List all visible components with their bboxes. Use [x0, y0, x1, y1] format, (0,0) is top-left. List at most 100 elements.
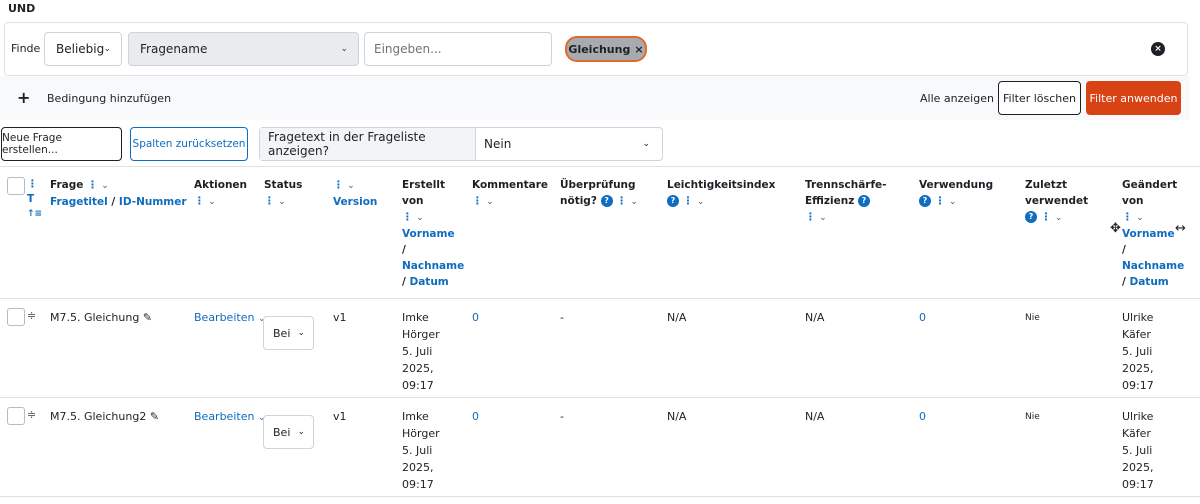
question-name-cell: M7.5. Gleichung ✎	[50, 309, 152, 326]
column-menu-icon[interactable]: ⋮	[27, 177, 42, 192]
last-used-header-label: Zuletzt	[1025, 179, 1067, 191]
filter-chip-label: Gleichung	[568, 42, 631, 56]
sort-ascending-icon[interactable]: ↑≡	[27, 207, 42, 222]
created-year: 2025,	[402, 362, 434, 375]
chevron-down-icon[interactable]: ⌄	[416, 213, 424, 223]
row-checkbox[interactable]	[7, 407, 25, 425]
row-divider	[0, 298, 1200, 299]
row-divider	[0, 397, 1200, 398]
clear-filters-button[interactable]: Filter löschen	[998, 81, 1081, 115]
help-icon[interactable]: ?	[857, 195, 870, 207]
question-name: M7.5. Gleichung2	[50, 410, 147, 423]
show-question-text-select[interactable]: Fragetext in der Frageliste anzeigen? Ne…	[259, 127, 663, 161]
chevron-down-icon[interactable]: ⌄	[630, 197, 638, 207]
chevron-down-icon[interactable]: ⌄	[1055, 213, 1063, 223]
last-used-cell: Nie	[1025, 412, 1040, 422]
sort-by-lastname-link[interactable]: Nachname	[402, 258, 464, 274]
modified-date: 5. Juli	[1122, 345, 1153, 358]
usage-link[interactable]: 0	[919, 408, 926, 425]
filter-chip-gleichung[interactable]: Gleichung ×	[565, 36, 647, 62]
help-icon[interactable]: ?	[667, 195, 679, 207]
help-icon[interactable]: ?	[919, 195, 931, 207]
column-menu-icon[interactable]: ⋮	[87, 179, 98, 191]
column-menu-icon[interactable]: ⋮	[616, 195, 627, 207]
chevron-down-icon[interactable]: ⌄	[347, 181, 355, 191]
new-question-button[interactable]: Neue Frage erstellen...	[1, 127, 122, 161]
sort-by-date-link[interactable]: Datum	[1130, 276, 1169, 288]
column-menu-icon[interactable]: ⋮	[1041, 211, 1052, 223]
column-menu-icon[interactable]: ⋮	[935, 195, 946, 207]
comments-link[interactable]: 0	[472, 408, 479, 425]
needs-review-header-label: Überprüfung	[560, 179, 636, 191]
chevron-down-icon[interactable]: ⌄	[819, 213, 827, 223]
version-cell: v1	[333, 410, 347, 423]
edit-action-label: Bearbeiten	[194, 311, 255, 324]
sort-by-title-link[interactable]: Fragetitel	[50, 196, 108, 208]
status-select[interactable]: Bei ⌄	[263, 415, 314, 449]
modified-date: 5. Juli	[1122, 444, 1153, 457]
edit-action-menu[interactable]: Bearbeiten ⌄	[194, 408, 265, 427]
edit-pencil-icon[interactable]: ✎	[150, 410, 159, 423]
chevron-down-icon[interactable]: ⌄	[1136, 213, 1144, 223]
sort-by-lastname-link[interactable]: Nachname	[1122, 258, 1184, 274]
created-by-column-header: Erstellt von ⋮ ⌄ Vorname / Nachname / Da…	[402, 177, 464, 290]
sort-by-version-link[interactable]: Version	[333, 194, 377, 210]
column-menu-icon[interactable]: ⋮	[805, 211, 816, 223]
column-menu-icon[interactable]: ⋮	[472, 195, 483, 207]
column-menu-icon[interactable]: ⋮	[194, 195, 205, 207]
field-select[interactable]: Fragename ⌄	[128, 32, 359, 66]
column-menu-icon[interactable]: ⋮	[683, 195, 694, 207]
facility-index-column-header: Leichtigkeitsindex ? ⋮ ⌄	[667, 177, 775, 210]
apply-filters-button[interactable]: Filter anwenden	[1086, 81, 1181, 115]
usage-header-label: Verwendung	[919, 179, 994, 191]
created-last-name: Hörger	[402, 328, 440, 341]
column-menu-icon[interactable]: ⋮	[402, 211, 413, 223]
question-toolbar: Neue Frage erstellen... Spalten zurückse…	[0, 127, 1200, 161]
plus-icon[interactable]: +	[17, 88, 30, 107]
filter-condition-row: Finde Beliebig ⌄ Fragename ⌄ Eingeben...…	[4, 22, 1188, 76]
show-all-link[interactable]: Alle anzeigen	[920, 92, 994, 105]
move-icon[interactable]: ✥	[1110, 221, 1121, 236]
modified-by-cell: Ulrike Käfer 5. Juli 2025, 09:17	[1122, 309, 1154, 394]
conjunction-label: UND	[8, 2, 36, 15]
sort-by-firstname-link[interactable]: Vorname	[402, 226, 464, 242]
sort-by-date-link[interactable]: Datum	[410, 276, 449, 288]
edit-pencil-icon[interactable]: ✎	[143, 311, 152, 324]
type-sort-link[interactable]: T	[27, 192, 42, 207]
chevron-down-icon[interactable]: ⌄	[697, 197, 705, 207]
usage-link[interactable]: 0	[919, 309, 926, 326]
add-condition-button[interactable]: Bedingung hinzufügen	[47, 92, 171, 105]
chevron-down-icon[interactable]: ⌄	[486, 197, 494, 207]
match-type-select[interactable]: Beliebig ⌄	[44, 32, 122, 66]
modified-last-name: Käfer	[1122, 427, 1151, 440]
type-column-header[interactable]: ⋮ T ↑≡	[27, 177, 42, 222]
match-type-value: Beliebig	[56, 42, 105, 56]
remove-condition-icon[interactable]: ×	[1151, 42, 1165, 56]
chevron-down-icon[interactable]: ⌄	[208, 197, 216, 207]
select-all-checkbox[interactable]	[7, 177, 25, 195]
column-menu-icon[interactable]: ⋮	[333, 179, 344, 191]
needs-review-header-label-2: nötig?	[560, 195, 597, 207]
help-icon[interactable]: ?	[1025, 211, 1037, 223]
chevron-down-icon[interactable]: ⌄	[949, 197, 957, 207]
edit-action-menu[interactable]: Bearbeiten ⌄	[194, 309, 265, 328]
column-menu-icon[interactable]: ⋮	[264, 195, 275, 207]
chevron-down-icon: ⌄	[297, 328, 305, 338]
chevron-down-icon[interactable]: ⌄	[278, 197, 286, 207]
column-menu-icon[interactable]: ⋮	[1122, 211, 1133, 223]
status-column-header: Status ⋮ ⌄	[264, 177, 302, 210]
filter-value-input[interactable]: Eingeben...	[364, 32, 552, 66]
status-select[interactable]: Bei ⌄	[263, 316, 314, 350]
row-divider	[0, 496, 1200, 497]
resize-icon[interactable]: ↔	[1175, 221, 1186, 236]
sort-by-id-link[interactable]: ID-Nummer	[119, 196, 187, 208]
actions-column-header: Aktionen ⋮ ⌄	[194, 177, 247, 210]
comments-link[interactable]: 0	[472, 309, 479, 326]
created-by-cell: Imke Hörger 5. Juli 2025, 09:17	[402, 309, 440, 394]
numerical-question-icon: ≑	[27, 408, 37, 421]
reset-columns-button[interactable]: Spalten zurücksetzen	[130, 127, 248, 161]
chevron-down-icon[interactable]: ⌄	[101, 181, 109, 191]
row-checkbox[interactable]	[7, 308, 25, 326]
help-icon[interactable]: ?	[600, 195, 613, 207]
chip-remove-icon[interactable]: ×	[634, 43, 643, 56]
